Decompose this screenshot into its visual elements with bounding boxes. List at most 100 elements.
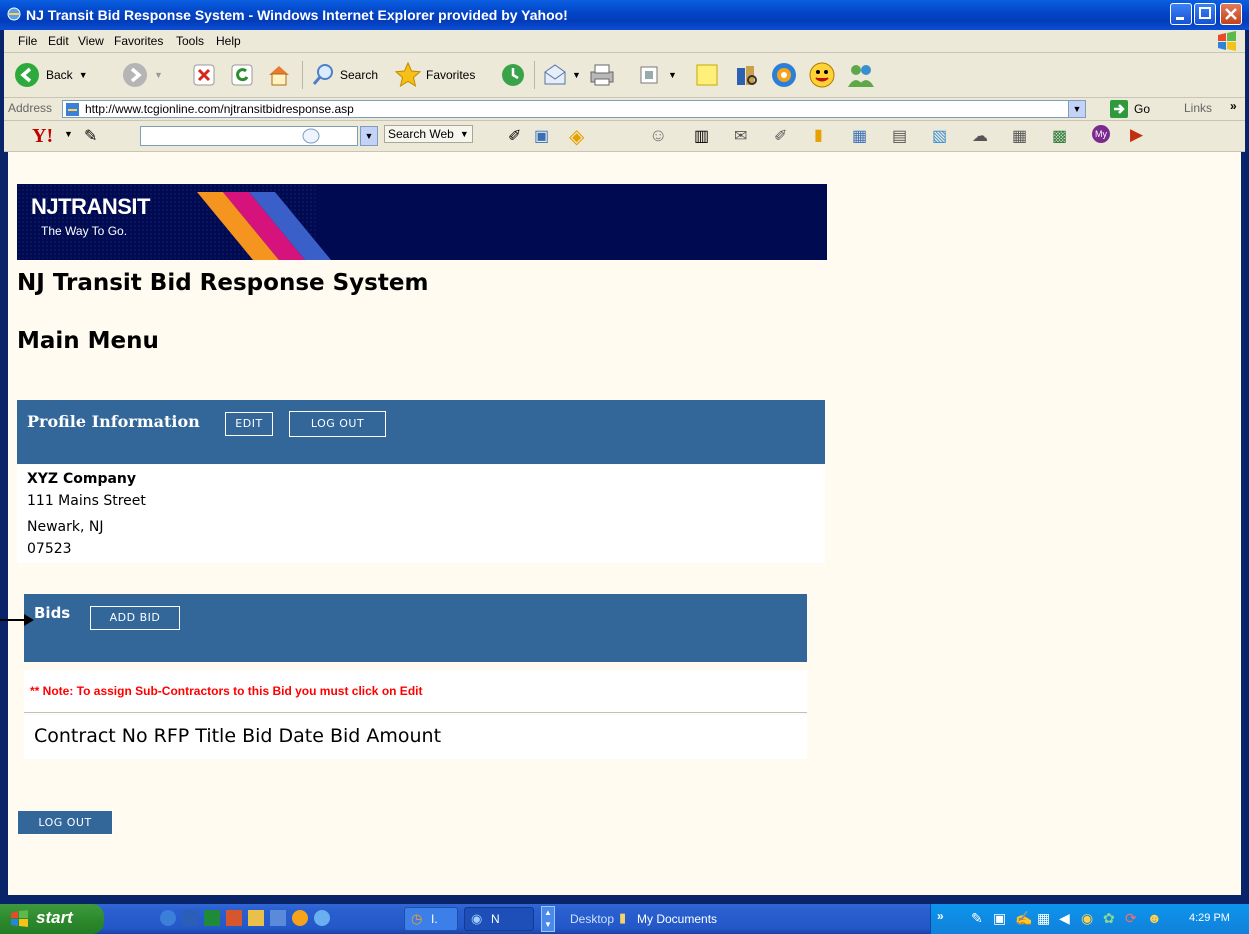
menu-help[interactable]: Help <box>216 34 241 48</box>
close-button[interactable] <box>1220 3 1242 25</box>
home-button[interactable] <box>266 61 292 89</box>
print-icon <box>590 64 614 86</box>
bookmark-icon[interactable]: ✐ <box>774 126 787 146</box>
edit-label: Edit <box>235 417 263 430</box>
links-chevron-icon[interactable]: » <box>1230 99 1237 113</box>
history-icon <box>502 64 524 86</box>
edit-page-button[interactable]: ▼ <box>638 61 677 89</box>
stop-icon <box>193 64 215 86</box>
answers-icon[interactable]: ▧ <box>932 126 947 146</box>
history-button[interactable] <box>500 61 526 89</box>
tray-update-icon[interactable]: ⟳ <box>1125 910 1137 927</box>
tray-network-icon[interactable]: ▦ <box>1037 910 1050 927</box>
messenger-button[interactable] <box>770 61 798 89</box>
popup-blocker-icon[interactable]: ▣ <box>534 126 549 146</box>
profile-logout-label: Log Out <box>310 417 365 430</box>
weather-icon[interactable]: ☁ <box>972 126 988 146</box>
quicklaunch-ie-icon[interactable] <box>160 910 176 926</box>
forward-button[interactable]: ▼ <box>122 61 163 89</box>
search-button[interactable]: Search <box>310 61 378 89</box>
quicklaunch-word-icon[interactable] <box>182 910 198 926</box>
menu-tools[interactable]: Tools <box>176 34 204 48</box>
desktop-toolbar-label[interactable]: Desktop <box>570 912 614 926</box>
finance-icon[interactable]: ▥ <box>694 126 709 146</box>
quicklaunch-app-icon[interactable] <box>270 910 286 926</box>
messenger-icon <box>772 63 796 87</box>
taskbar-scroll-buttons[interactable]: ▲ ▼ <box>541 906 555 932</box>
exit-icon[interactable]: ▶ <box>1130 125 1143 145</box>
contacts-button[interactable] <box>846 61 876 89</box>
news-icon[interactable]: ▦ <box>852 126 867 146</box>
bottom-logout-button[interactable]: Log Out <box>17 810 113 835</box>
quicklaunch-clock-icon[interactable] <box>292 910 308 926</box>
my-documents-label[interactable]: My Documents <box>637 912 717 926</box>
search-bubble-icon <box>302 128 320 144</box>
yahoo-logo-icon[interactable]: Y! <box>32 125 53 148</box>
ie-icon <box>7 7 21 21</box>
back-button[interactable]: Back ▼ <box>14 61 88 89</box>
tray-pen-icon[interactable]: ✎ <box>971 910 983 927</box>
research-button[interactable] <box>734 61 760 89</box>
stop-button[interactable] <box>192 61 216 89</box>
go-button[interactable]: Go <box>1110 100 1150 118</box>
forward-dropdown-icon[interactable]: ▼ <box>154 70 163 80</box>
pencil-icon[interactable]: ✎ <box>84 126 97 146</box>
tray-expand-icon[interactable]: » <box>937 909 944 923</box>
profile-logout-button[interactable]: Log Out <box>289 411 386 437</box>
profile-panel: Profile Information Edit Log Out <box>17 400 825 464</box>
tray-write-icon[interactable]: ✍ <box>1015 910 1032 927</box>
minimize-button[interactable] <box>1170 3 1192 25</box>
address-input[interactable]: http://www.tcgionline.com/njtransitbidre… <box>62 100 1086 118</box>
my-yahoo-icon[interactable]: My <box>1092 125 1110 143</box>
back-dropdown-icon[interactable]: ▼ <box>79 70 88 80</box>
menu-edit[interactable]: Edit <box>48 34 69 48</box>
task-button-2[interactable]: ◉ N <box>464 907 534 931</box>
menu-file[interactable]: File <box>18 34 37 48</box>
games-icon[interactable]: ▤ <box>892 126 907 146</box>
tray-antivirus-icon[interactable]: ✿ <box>1103 910 1115 927</box>
refresh-button[interactable] <box>230 61 254 89</box>
yahoo-messenger-button[interactable] <box>808 61 836 89</box>
mail-envelope-icon[interactable]: ✉ <box>734 126 747 146</box>
quicklaunch-powerpoint-icon[interactable] <box>226 910 242 926</box>
maximize-icon <box>1199 7 1211 19</box>
search-label: Search <box>340 68 379 82</box>
photos-icon[interactable]: ▩ <box>1052 126 1067 146</box>
tray-back-icon[interactable]: ◀ <box>1059 910 1070 927</box>
mail-button[interactable]: ▼ <box>542 61 581 89</box>
logo-tagline: The Way To Go. <box>41 224 128 238</box>
tray-monitor-icon[interactable]: ▣ <box>993 910 1006 927</box>
go-arrow-icon <box>1110 100 1128 118</box>
bids-panel: Bids Add Bid <box>24 594 807 662</box>
calendar-icon[interactable]: ▦ <box>1012 126 1027 146</box>
smiley-outline-icon[interactable]: ☺ <box>649 125 667 146</box>
task-button-1[interactable]: ◷ I. <box>404 907 458 931</box>
anti-spy-icon[interactable]: ◈ <box>569 124 584 149</box>
search-web-button[interactable]: Search Web ▼ <box>384 125 473 143</box>
add-bid-button[interactable]: Add Bid <box>90 606 180 630</box>
yahoo-search-input[interactable] <box>140 126 358 146</box>
print-button[interactable] <box>588 61 616 89</box>
address-dropdown-icon[interactable]: ▼ <box>1068 101 1085 117</box>
maximize-button[interactable] <box>1194 3 1216 25</box>
quicklaunch-browser-icon[interactable] <box>314 910 330 926</box>
links-label[interactable]: Links <box>1184 101 1212 115</box>
my-documents-icon: ▮ <box>619 910 627 925</box>
windows-start-icon <box>11 910 28 927</box>
start-button[interactable]: start <box>0 904 104 934</box>
edit-profile-button[interactable]: Edit <box>225 412 273 436</box>
quicklaunch-folder-icon[interactable] <box>248 910 264 926</box>
highlight-icon[interactable]: ✐ <box>508 126 521 146</box>
yahoo-search-dropdown-icon[interactable]: ▼ <box>360 126 378 146</box>
tray-messenger-icon[interactable]: ☻ <box>1147 910 1162 926</box>
tray-security-icon[interactable]: ◉ <box>1081 910 1093 927</box>
profile-address-box: XYZ Company 111 Mains Street Newark, NJ … <box>17 465 825 563</box>
menu-favorites[interactable]: Favorites <box>114 34 163 48</box>
quicklaunch-excel-icon[interactable] <box>204 910 220 926</box>
favorites-button[interactable]: Favorites <box>394 61 475 89</box>
folder-icon[interactable]: ▮ <box>814 125 823 145</box>
notes-button[interactable] <box>694 61 720 89</box>
menu-view[interactable]: View <box>78 34 104 48</box>
bids-note: ** Note: To assign Sub-Contractors to th… <box>30 684 423 698</box>
yahoo-menu-dropdown-icon[interactable]: ▼ <box>64 129 73 139</box>
